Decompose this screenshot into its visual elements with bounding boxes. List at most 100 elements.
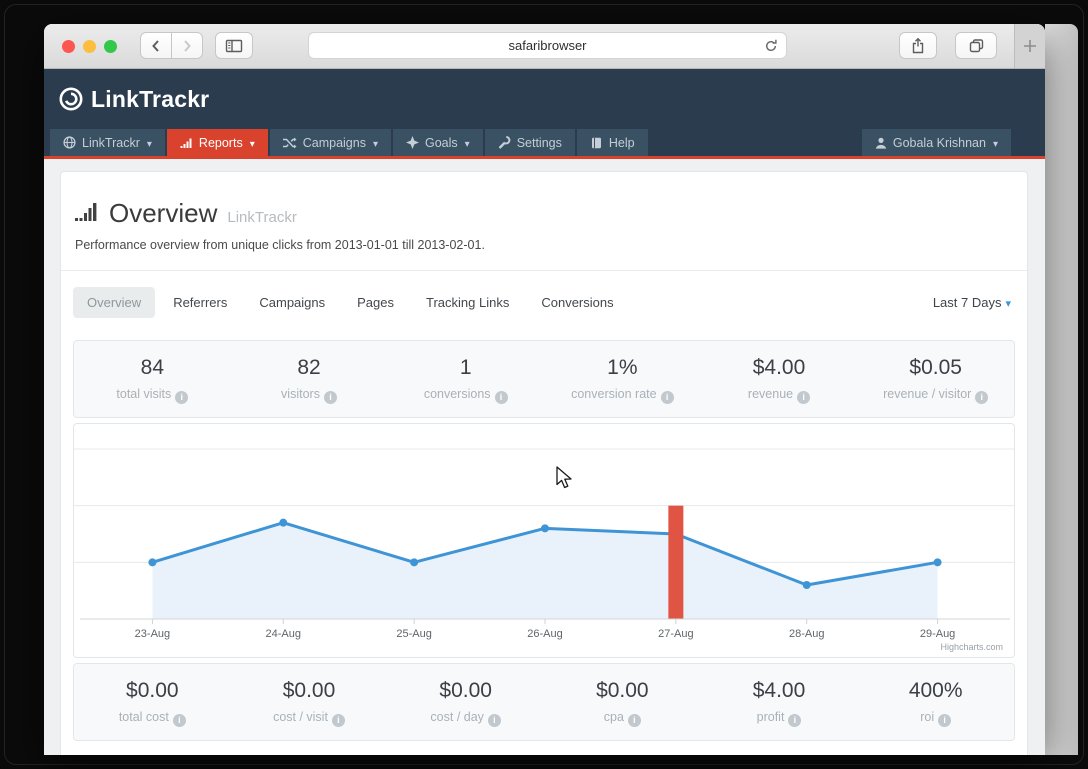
stat-conversion-rate: 1% conversion rate bbox=[544, 356, 701, 404]
nav-label: Goals bbox=[425, 135, 458, 150]
stat-label: total cost bbox=[118, 710, 169, 724]
stat-label: revenue / visitor bbox=[883, 387, 972, 401]
info-icon[interactable] bbox=[938, 714, 952, 727]
caret-down-icon bbox=[372, 136, 378, 150]
user-name: Gobala Krishnan bbox=[892, 135, 986, 150]
stats-panel-top: 84 total visits 82 visitors 1 conversion… bbox=[73, 340, 1015, 418]
tab-overview[interactable]: Overview bbox=[73, 287, 156, 318]
chevron-left-icon bbox=[152, 39, 159, 52]
svg-text:25-Aug: 25-Aug bbox=[396, 628, 431, 640]
info-icon[interactable] bbox=[975, 391, 989, 404]
date-range-selector[interactable]: Last 7 Days bbox=[933, 295, 1015, 310]
nav-item-reports[interactable]: Reports bbox=[166, 129, 268, 156]
stat-value: 1% bbox=[607, 356, 638, 379]
info-icon[interactable] bbox=[175, 391, 189, 404]
stat-label: profit bbox=[756, 710, 785, 724]
plus-icon bbox=[1024, 40, 1036, 52]
nav-item-campaigns[interactable]: Campaigns bbox=[269, 129, 391, 156]
app-header: LinkTrackr bbox=[44, 69, 1045, 129]
nav-item-linktrackr[interactable]: LinkTrackr bbox=[50, 129, 165, 156]
stat-label: cpa bbox=[603, 710, 624, 724]
stat-revenue-per-visitor: $0.05 revenue / visitor bbox=[857, 356, 1014, 404]
stat-cost-per-visit: $0.00 cost / visit bbox=[231, 679, 388, 727]
zoom-window-button[interactable] bbox=[104, 40, 117, 53]
share-button[interactable] bbox=[899, 32, 937, 59]
stat-value: $0.05 bbox=[909, 356, 962, 379]
minimize-window-button[interactable] bbox=[83, 40, 96, 53]
svg-text:27-Aug: 27-Aug bbox=[658, 628, 693, 640]
caret-down-icon bbox=[249, 136, 255, 150]
tab-referrers[interactable]: Referrers bbox=[159, 287, 241, 318]
nav-item-goals[interactable]: Goals bbox=[393, 129, 483, 156]
main-nav: LinkTrackr Reports Campaigns bbox=[44, 129, 1045, 159]
stat-value: $0.00 bbox=[439, 679, 492, 702]
page-body: Overview LinkTrackr Performance overview… bbox=[44, 159, 1045, 755]
stat-value: 400% bbox=[908, 679, 963, 702]
stat-value: $0.00 bbox=[126, 679, 179, 702]
address-bar[interactable]: safaribrowser bbox=[308, 32, 787, 59]
info-icon[interactable] bbox=[797, 391, 811, 404]
info-icon[interactable] bbox=[627, 714, 641, 727]
stat-value: $0.00 bbox=[596, 679, 649, 702]
caret-down-icon bbox=[464, 136, 470, 150]
stat-value: 1 bbox=[459, 356, 472, 379]
info-icon[interactable] bbox=[487, 714, 501, 727]
info-icon[interactable] bbox=[494, 391, 508, 404]
divider bbox=[61, 270, 1027, 271]
info-icon[interactable] bbox=[660, 391, 674, 404]
nav-label: Settings bbox=[516, 135, 562, 150]
info-icon[interactable] bbox=[331, 714, 345, 727]
page-subtitle: Performance overview from unique clicks … bbox=[75, 238, 485, 252]
stat-value: $4.00 bbox=[752, 679, 806, 702]
stat-cpa: $0.00 cpa bbox=[544, 679, 701, 727]
tab-tracking-links[interactable]: Tracking Links bbox=[412, 287, 523, 318]
page-title: Overview bbox=[109, 198, 218, 228]
bar-chart-icon bbox=[180, 138, 192, 148]
date-range-label: Last 7 Days bbox=[932, 295, 1002, 310]
address-bar-text: safaribrowser bbox=[508, 38, 587, 53]
stat-label: cost / visit bbox=[273, 710, 328, 724]
info-icon[interactable] bbox=[172, 714, 186, 727]
svg-text:26-Aug: 26-Aug bbox=[527, 628, 562, 640]
nav-label: Help bbox=[608, 135, 635, 150]
new-tab-button[interactable] bbox=[1014, 24, 1045, 68]
globe-icon bbox=[63, 136, 76, 149]
linktrackr-logo-icon bbox=[59, 87, 83, 111]
user-menu[interactable]: Gobala Krishnan bbox=[861, 129, 1011, 156]
app-logo[interactable]: LinkTrackr bbox=[58, 86, 209, 113]
visits-chart[interactable]: 23-Aug 24-Aug 25-Aug 26-Aug 27-Aug 28-Aug 29-A… bbox=[74, 426, 1015, 657]
info-icon[interactable] bbox=[788, 714, 802, 727]
stat-revenue: $4.00 revenue bbox=[701, 356, 858, 404]
reload-button[interactable] bbox=[763, 38, 779, 57]
nav-label: LinkTrackr bbox=[82, 135, 140, 150]
stat-visitors: 82 visitors bbox=[231, 356, 388, 404]
tab-campaigns[interactable]: Campaigns bbox=[245, 287, 339, 318]
stat-label: visitors bbox=[281, 387, 320, 401]
page-header: Overview LinkTrackr Performance overview… bbox=[73, 172, 1015, 252]
tabs-icon bbox=[969, 38, 983, 52]
report-tabs: Overview Referrers Campaigns Pages Track… bbox=[73, 287, 1015, 318]
nav-label: Reports bbox=[198, 135, 243, 150]
stat-conversions: 1 conversions bbox=[387, 356, 544, 404]
tab-pages[interactable]: Pages bbox=[343, 287, 408, 318]
sidebar-toggle-button[interactable] bbox=[215, 32, 253, 59]
signal-bars-icon bbox=[75, 203, 97, 221]
close-window-button[interactable] bbox=[62, 40, 75, 53]
share-icon bbox=[912, 37, 924, 53]
tab-overview-button[interactable] bbox=[955, 32, 997, 59]
stat-roi: 400% roi bbox=[857, 679, 1014, 727]
stat-cost-per-day: $0.00 cost / day bbox=[387, 679, 544, 727]
shuffle-icon bbox=[282, 137, 297, 148]
info-icon[interactable] bbox=[323, 391, 337, 404]
nav-item-settings[interactable]: Settings bbox=[484, 129, 575, 156]
back-button[interactable] bbox=[140, 32, 172, 59]
forward-button[interactable] bbox=[171, 32, 203, 59]
chart-panel: 23-Aug 24-Aug 25-Aug 26-Aug 27-Aug 28-Aug 29-A… bbox=[73, 423, 1015, 658]
history-nav-group bbox=[140, 32, 203, 59]
nav-item-help[interactable]: Help bbox=[576, 129, 648, 156]
page-title-suffix: LinkTrackr bbox=[227, 209, 297, 226]
tab-conversions[interactable]: Conversions bbox=[527, 287, 627, 318]
stat-value: $0.00 bbox=[282, 679, 336, 702]
reload-icon bbox=[766, 39, 777, 52]
stat-label: cost / day bbox=[430, 710, 484, 724]
